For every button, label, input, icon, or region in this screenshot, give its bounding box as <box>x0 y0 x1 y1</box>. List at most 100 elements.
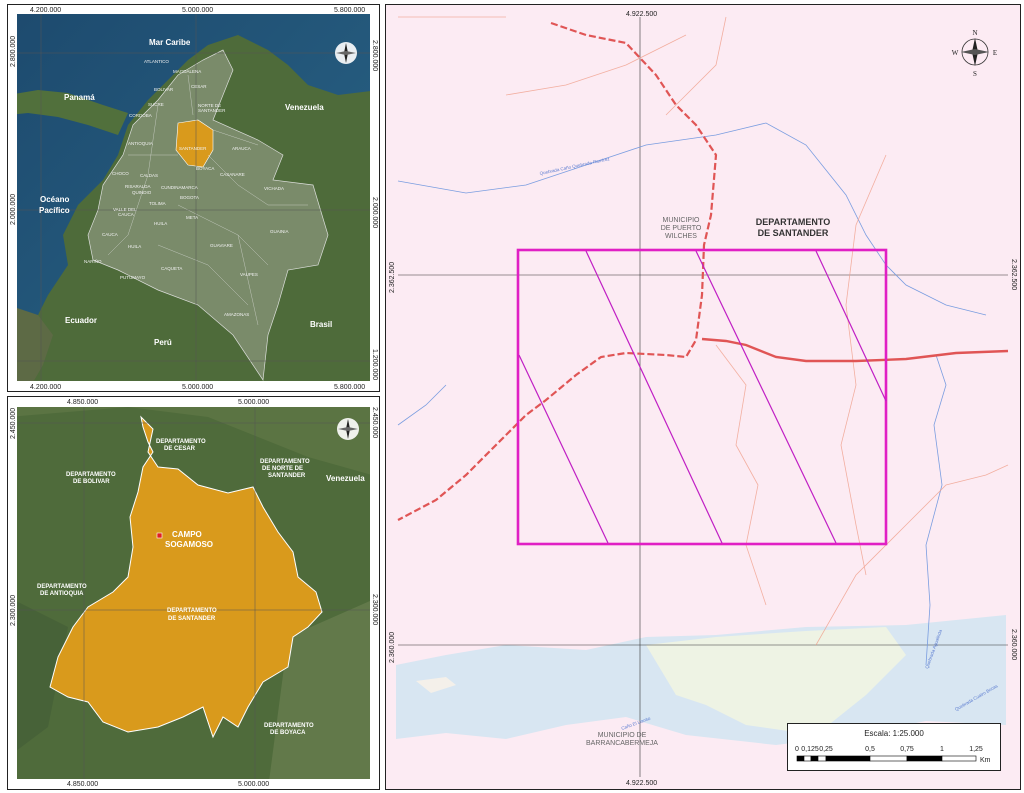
tick-right-2: 2.000.000 <box>371 197 378 228</box>
compass-s: S <box>973 70 977 78</box>
label-mar-caribe: Mar Caribe <box>149 38 191 47</box>
scale-label: 0 <box>795 746 799 753</box>
label-sogamoso: SOGAMOSO <box>165 540 213 549</box>
label-campo: CAMPO <box>172 530 202 539</box>
compass-e: E <box>993 49 997 57</box>
tick-top: 4.922.500 <box>626 11 657 18</box>
tick-right-2: 2.360.000 <box>1010 629 1017 660</box>
scale-bar: Escala: 1:25.000 0 0,125 0,25 0,5 0,75 1… <box>795 729 991 764</box>
dept-label: ANTIOQUIA <box>128 141 153 146</box>
dept-label: CORDOBA <box>129 113 152 118</box>
label-bolivar-2: DE BOLIVAR <box>73 479 110 485</box>
label-venezuela: Venezuela <box>285 103 324 112</box>
label-antioquia-2: DE ANTIOQUIA <box>40 591 84 597</box>
country-map: 4.200.000 5.000.000 5.800.000 4.200.000 … <box>8 5 379 391</box>
dept-label: NARIÑO <box>84 258 102 264</box>
label-norte-3: SANTANDER <box>268 473 306 479</box>
region-map: 4.850.000 5.000.000 4.850.000 5.000.000 … <box>8 397 379 789</box>
tick-bottom-2: 5.000.000 <box>238 781 269 788</box>
dept-label: META <box>186 215 198 220</box>
label-bolivar-1: DEPARTAMENTO <box>66 472 116 478</box>
dept-label: BOYACA <box>196 166 214 171</box>
scale-label: 0,125 <box>801 746 819 753</box>
tick-right-1: 2.362.500 <box>1010 259 1017 290</box>
dept-label: QUINDIO <box>132 190 152 195</box>
tick-bottom-1: 4.200.000 <box>30 384 61 391</box>
label-cesar-2: DE CESAR <box>164 446 196 452</box>
label-brasil: Brasil <box>310 320 332 329</box>
label-barranca-1: MUNICIPIO DE <box>598 732 647 739</box>
label-norte-1: DEPARTAMENTO <box>260 459 310 465</box>
dept-label: ARAUCA <box>232 146 251 151</box>
tick-left-2: 2.300.000 <box>10 595 17 626</box>
tick-right-3: 1.200.000 <box>371 349 378 380</box>
scale-label: 1,25 <box>969 746 983 753</box>
label-ecuador: Ecuador <box>65 316 97 325</box>
detail-map-panel: 4.922.500 4.922.500 2.362.500 2.360.000 … <box>385 4 1021 790</box>
region-map-panel: 4.850.000 5.000.000 4.850.000 5.000.000 … <box>7 396 380 790</box>
tick-right-1: 2.450.000 <box>371 407 378 438</box>
dept-label: CASANARE <box>220 172 245 177</box>
scale-title: Escala: 1:25.000 <box>864 729 924 738</box>
dept-label: MAGDALENA <box>173 69 201 74</box>
label-barranca-2: BARRANCABERMEJA <box>586 740 658 747</box>
label-santander-2: DE SANTANDER <box>168 616 216 622</box>
dept-label: TOLIMA <box>149 201 166 206</box>
tick-top-2: 5.000.000 <box>182 7 213 14</box>
campo-sogamoso-marker <box>156 532 163 539</box>
dept-label: CHOCO <box>112 171 129 176</box>
tick-right-2: 2.300.000 <box>371 594 378 625</box>
dept-label: CAUCA <box>102 232 118 237</box>
dept-label: GUAVIARE <box>210 243 233 248</box>
tick-left-1: 2.800.000 <box>10 36 17 67</box>
tick-bottom-3: 5.800.000 <box>334 384 365 391</box>
label-antioquia-1: DEPARTAMENTO <box>37 584 87 590</box>
scale-legend: Escala: 1:25.000 0 0,125 0,25 0,5 0,75 1… <box>787 723 1001 771</box>
dept-label: GUAINIA <box>270 229 289 234</box>
label-santander-1: DEPARTAMENTO <box>167 608 217 614</box>
dept-label: ATLANTICO <box>144 59 169 64</box>
tick-left-1: 2.450.000 <box>10 408 17 439</box>
label-boyaca-2: DE BOYACA <box>270 730 306 736</box>
scale-unit: Km <box>980 757 991 764</box>
compass-rose-icon <box>337 418 359 440</box>
dept-label: CAUCA <box>118 212 134 217</box>
tick-top-1: 4.850.000 <box>67 399 98 406</box>
scale-label: 0,75 <box>900 746 914 753</box>
compass-n: N <box>972 29 977 37</box>
tick-left-2: 2.000.000 <box>10 194 17 225</box>
dept-label: CALDAS <box>140 173 158 178</box>
tick-top-1: 4.200.000 <box>30 7 61 14</box>
label-venezuela: Venezuela <box>326 474 365 483</box>
scale-label: 0,25 <box>819 746 833 753</box>
label-cesar-1: DEPARTAMENTO <box>156 439 206 445</box>
tick-left-1: 2.362.500 <box>389 262 396 293</box>
dept-label: VICHADA <box>264 186 284 191</box>
label-municipio-2: DE PUERTO <box>661 225 702 232</box>
dept-label: CESAR <box>191 84 207 89</box>
scale-label: 0,5 <box>865 746 875 753</box>
label-depto-santander-2: DE SANTANDER <box>758 228 829 238</box>
compass-w: W <box>952 49 959 57</box>
dept-label: HUILA <box>154 221 167 226</box>
dept-label: PUTUMAYO <box>120 275 146 280</box>
detail-map: 4.922.500 4.922.500 2.362.500 2.360.000 … <box>386 5 1020 789</box>
dept-label: BOGOTA <box>180 195 199 200</box>
label-norte-2: DE NORTE DE <box>262 466 303 472</box>
dept-label: CAQUETA <box>161 266 182 271</box>
dept-label: VAUPES <box>240 272 258 277</box>
compass-rose-icon <box>335 42 357 64</box>
tick-bottom-1: 4.850.000 <box>67 781 98 788</box>
country-map-panel: 4.200.000 5.000.000 5.800.000 4.200.000 … <box>7 4 380 392</box>
tick-top-2: 5.000.000 <box>238 399 269 406</box>
dept-label: HUILA <box>128 244 141 249</box>
dept-label: SANTANDER <box>198 108 226 113</box>
dept-label: RISARALDA <box>125 184 151 189</box>
tick-left-2: 2.360.000 <box>389 632 396 663</box>
label-peru: Perú <box>154 338 172 347</box>
label-oceano: Océano <box>40 195 69 204</box>
label-panama: Panamá <box>64 93 95 102</box>
label-municipio-1: MUNICIPIO <box>663 217 701 224</box>
label-pacifico: Pacífico <box>39 206 70 215</box>
tick-bottom: 4.922.500 <box>626 780 657 787</box>
